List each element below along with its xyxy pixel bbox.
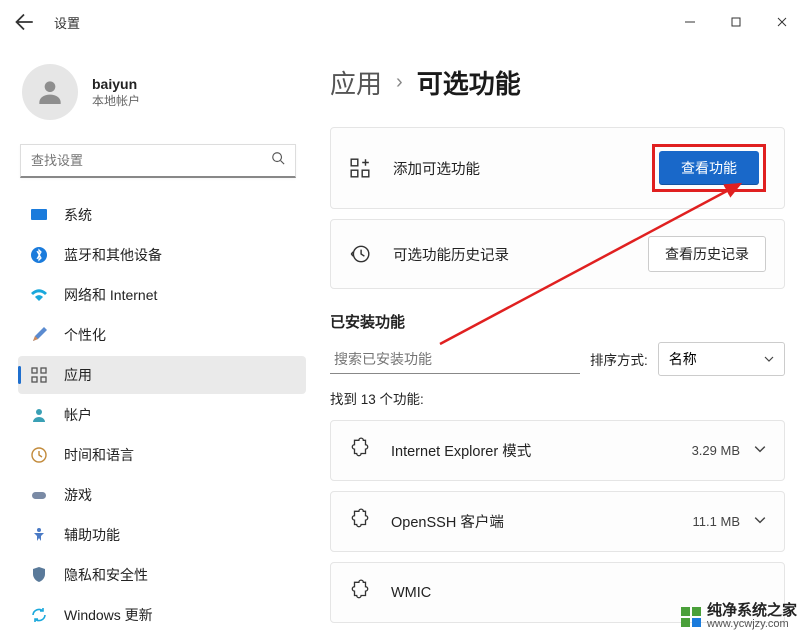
grid-plus-icon [349, 157, 371, 179]
feature-size: 11.1 MB [693, 514, 740, 529]
sort-label: 排序方式: [590, 349, 648, 369]
nav-label: 帐户 [64, 405, 92, 425]
feature-row[interactable]: OpenSSH 客户端 11.1 MB [330, 491, 785, 552]
display-icon [30, 206, 48, 224]
chevron-down-icon [764, 351, 774, 367]
chevron-down-icon [754, 442, 766, 460]
nav-label: Windows 更新 [64, 605, 153, 625]
chevron-down-icon [754, 513, 766, 531]
nav-personalization[interactable]: 个性化 [18, 316, 306, 354]
nav-time[interactable]: 时间和语言 [18, 436, 306, 474]
nav-label: 网络和 Internet [64, 285, 157, 305]
user-sub: 本地帐户 [92, 92, 140, 109]
breadcrumb-sep: › [396, 71, 403, 94]
nav-label: 隐私和安全性 [64, 565, 148, 585]
clock-icon [30, 446, 48, 464]
breadcrumb: 应用 › 可选功能 [330, 64, 785, 101]
view-history-button[interactable]: 查看历史记录 [648, 236, 766, 272]
avatar [22, 64, 78, 120]
back-button[interactable] [14, 12, 34, 32]
found-count: 找到 13 个功能: [330, 388, 785, 408]
nav-accessibility[interactable]: 辅助功能 [18, 516, 306, 554]
installed-title: 已安装功能 [330, 311, 785, 332]
sidebar: baiyun 本地帐户 系统 蓝牙和其他设备 网络和 Internet [0, 44, 310, 636]
user-name: baiyun [92, 76, 140, 92]
breadcrumb-current: 可选功能 [417, 64, 521, 101]
history-icon [349, 243, 371, 265]
user-block[interactable]: baiyun 本地帐户 [18, 60, 306, 142]
nav-gaming[interactable]: 游戏 [18, 476, 306, 514]
brush-icon [30, 326, 48, 344]
nav-label: 辅助功能 [64, 525, 120, 545]
window-title: 设置 [54, 13, 80, 32]
feature-name: Internet Explorer 模式 [391, 440, 692, 461]
main-content: 应用 › 可选功能 添加可选功能 查看功能 可选功能历史记录 查看历史记录 已安… [310, 44, 805, 636]
nav-bluetooth[interactable]: 蓝牙和其他设备 [18, 236, 306, 274]
maximize-button[interactable] [713, 7, 759, 37]
accessibility-icon [30, 526, 48, 544]
nav-privacy[interactable]: 隐私和安全性 [18, 556, 306, 594]
shield-icon [30, 566, 48, 584]
bluetooth-icon [30, 246, 48, 264]
puzzle-icon [349, 437, 371, 464]
feature-name: OpenSSH 客户端 [391, 511, 693, 532]
nav-update[interactable]: Windows 更新 [18, 596, 306, 634]
nav-label: 时间和语言 [64, 445, 134, 465]
search-input[interactable] [31, 153, 271, 168]
person-icon [30, 406, 48, 424]
nav-accounts[interactable]: 帐户 [18, 396, 306, 434]
nav-label: 个性化 [64, 325, 106, 345]
nav-apps[interactable]: 应用 [18, 356, 306, 394]
search-installed-input[interactable] [330, 345, 580, 374]
history-label: 可选功能历史记录 [393, 244, 509, 265]
search-box[interactable] [20, 144, 296, 178]
sort-select[interactable]: 名称 [658, 342, 785, 376]
sort-value: 名称 [669, 349, 697, 369]
add-feature-card: 添加可选功能 查看功能 [330, 127, 785, 209]
apps-icon [30, 366, 48, 384]
history-card: 可选功能历史记录 查看历史记录 [330, 219, 785, 289]
puzzle-icon [349, 508, 371, 535]
watermark-url: www.ycwjzy.com [707, 618, 797, 630]
feature-name: WMIC [391, 585, 766, 601]
highlight-annotation: 查看功能 [652, 144, 766, 192]
update-icon [30, 606, 48, 624]
wifi-icon [30, 286, 48, 304]
minimize-button[interactable] [667, 7, 713, 37]
nav-label: 系统 [64, 205, 92, 225]
nav-label: 游戏 [64, 485, 92, 505]
close-button[interactable] [759, 7, 805, 37]
puzzle-icon [349, 579, 371, 606]
search-icon [271, 151, 285, 170]
titlebar: 设置 [0, 0, 805, 44]
feature-row[interactable]: Internet Explorer 模式 3.29 MB [330, 420, 785, 481]
view-features-button[interactable]: 查看功能 [659, 151, 759, 185]
feature-size: 3.29 MB [692, 443, 740, 458]
nav-label: 应用 [64, 365, 92, 385]
gamepad-icon [30, 486, 48, 504]
nav-label: 蓝牙和其他设备 [64, 245, 162, 265]
breadcrumb-parent[interactable]: 应用 [330, 64, 382, 101]
nav-system[interactable]: 系统 [18, 196, 306, 234]
nav-network[interactable]: 网络和 Internet [18, 276, 306, 314]
add-feature-label: 添加可选功能 [393, 158, 480, 179]
watermark: 纯净系统之家 www.ycwjzy.com [681, 603, 797, 630]
